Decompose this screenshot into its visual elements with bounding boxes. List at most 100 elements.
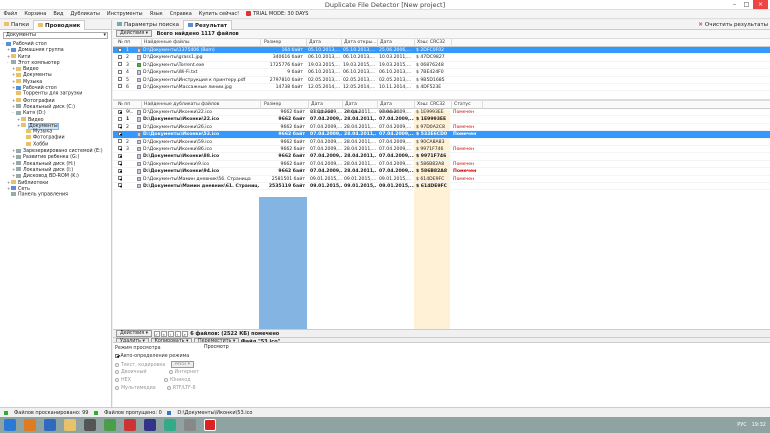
checkbox[interactable] xyxy=(118,146,122,151)
menu-trash[interactable]: Корзина xyxy=(21,10,50,19)
app-icon-4[interactable] xyxy=(144,419,156,431)
checkbox[interactable] xyxy=(118,116,122,121)
duplicate-row[interactable]: 3 D:\Документы\Иконки\86.ico 9662 байт 07.0… xyxy=(113,146,770,154)
auto-mode-option[interactable]: Авто-определение режима xyxy=(115,353,202,361)
binary-radio[interactable] xyxy=(115,369,119,374)
next-icon[interactable]: › xyxy=(174,330,181,337)
duplicate-row[interactable]: D:\Документы\Мамин дневник\61. Страниц..… xyxy=(113,183,770,191)
table-row[interactable]: 3 D:\Документы\Torrent.exe 1725776 байт 19.… xyxy=(113,62,770,70)
checkbox[interactable] xyxy=(118,109,122,114)
column-header[interactable]: Дата создания xyxy=(308,39,342,53)
duplicate-row[interactable]: D:\Документы\Иконки\88.ico 9662 байт 07.04… xyxy=(113,153,770,161)
row-checkbox[interactable] xyxy=(118,124,122,131)
checkbox[interactable] xyxy=(118,62,122,67)
row-checkbox[interactable] xyxy=(118,84,122,91)
row-checkbox[interactable] xyxy=(118,176,122,183)
ie-icon[interactable] xyxy=(44,419,56,431)
maximize-button[interactable]: □ xyxy=(741,0,752,9)
column-header[interactable]: Дата измене... xyxy=(379,39,415,53)
checkbox[interactable] xyxy=(118,183,122,188)
menu-file[interactable]: Файл xyxy=(0,10,21,19)
menu-tools[interactable]: Инструменты xyxy=(103,10,146,19)
column-header[interactable]: Дата измене... xyxy=(379,101,415,115)
column-header[interactable]: Хэш: CRC32 xyxy=(416,101,452,109)
menu-buy[interactable]: Купить сейчас! xyxy=(195,10,242,19)
checkbox[interactable] xyxy=(118,176,122,181)
column-header[interactable]: Размер xyxy=(263,101,309,109)
checkbox[interactable] xyxy=(118,124,122,129)
checkbox[interactable] xyxy=(118,84,122,89)
row-checkbox[interactable] xyxy=(118,54,122,61)
explorer-app-icon[interactable] xyxy=(64,419,76,431)
app-icon-5[interactable] xyxy=(164,419,176,431)
table-row[interactable]: 4 D:\Документы\Wi-Fi.txt 9 байт 06.10.2013,… xyxy=(113,69,770,77)
row-checkbox[interactable] xyxy=(118,69,122,76)
auto-mode-checkbox[interactable] xyxy=(115,353,119,358)
column-header[interactable]: Найденные дубликаты файлов xyxy=(143,101,261,109)
duplicate-row[interactable]: D:\Документы\Иконки\53.ico 9662 байт 07.04… xyxy=(113,131,770,139)
column-header[interactable]: Дата откры... xyxy=(344,101,378,115)
row-checkbox[interactable] xyxy=(118,62,122,69)
multimedia-radio[interactable] xyxy=(115,385,119,390)
row-checkbox[interactable] xyxy=(118,116,122,123)
duplicate-detector-icon[interactable] xyxy=(204,419,216,431)
unicode-radio[interactable] xyxy=(163,377,168,382)
table-row[interactable]: 2 D:\Документы\grass1.jpg 340616 байт 06.10… xyxy=(113,54,770,62)
duplicate-row[interactable]: 2 D:\Документы\Иконки\26.ico 9662 байт 07.0… xyxy=(113,124,770,132)
duplicate-row[interactable]: 9\.. D:\Документы\Иконки\22.ico 9662 байт 0… xyxy=(113,109,770,117)
app-icon-6[interactable] xyxy=(184,419,196,431)
clear-results-button[interactable]: ✕ Очистить результаты xyxy=(698,20,768,30)
table-row[interactable]: 1 D:\Документы\1375406 (Bom) 164 байт 05.10… xyxy=(113,47,770,55)
row-checkbox[interactable] xyxy=(118,47,122,54)
language-indicator[interactable]: РУС xyxy=(737,422,747,428)
prev-icon[interactable]: ‹ xyxy=(167,330,174,337)
menu-language[interactable]: Язык xyxy=(146,10,166,19)
table-row[interactable]: 5 D:\Документы\Инструкция к принтеру.pdf 2… xyxy=(113,77,770,84)
duplicate-row[interactable]: D:\Документы\Иконки\9.ico 9662 байт 07.04.… xyxy=(113,161,770,169)
column-header[interactable]: № пп xyxy=(117,101,142,109)
column-header[interactable]: Найденные файлы xyxy=(143,39,261,47)
tab-result[interactable]: Результат xyxy=(182,20,233,30)
duplicate-row[interactable]: 1 D:\Документы\Иконки\22.ico 9662 байт 07.0… xyxy=(113,116,770,124)
column-header[interactable]: Статус xyxy=(453,101,483,109)
folder-combo[interactable]: Документы ▾ xyxy=(3,32,108,39)
tab-explorer[interactable]: Проводник xyxy=(33,20,86,30)
menu-help[interactable]: Справка xyxy=(166,10,195,19)
actions-dropdown[interactable]: Действия ▾ xyxy=(116,30,153,37)
checkbox[interactable] xyxy=(118,168,122,173)
app-icon-2[interactable] xyxy=(104,419,116,431)
hex-radio[interactable] xyxy=(115,377,119,382)
close-button[interactable]: × xyxy=(753,0,768,9)
checkbox[interactable] xyxy=(118,161,122,166)
duplicate-row[interactable]: D:\Документы\Иконки\94.ico 9662 байт 07.04… xyxy=(113,168,770,176)
check-icon[interactable]: ✓ xyxy=(153,330,160,337)
firefox-icon[interactable] xyxy=(24,419,36,431)
tab-folders[interactable]: Папки xyxy=(0,20,33,30)
menu-duplicates[interactable]: Дубликаты xyxy=(67,10,103,19)
app-icon-3[interactable] xyxy=(124,419,136,431)
row-checkbox[interactable] xyxy=(118,109,122,116)
checkbox[interactable] xyxy=(118,47,122,52)
start-icon[interactable] xyxy=(4,419,16,431)
first-icon[interactable]: « xyxy=(160,330,167,337)
checkbox[interactable] xyxy=(118,139,122,144)
checkbox[interactable] xyxy=(118,153,122,158)
nav-actions-dropdown[interactable]: Действия ▾ xyxy=(116,330,153,337)
text-radio[interactable] xyxy=(115,362,119,367)
row-checkbox[interactable] xyxy=(118,77,122,84)
rtf-radio[interactable] xyxy=(166,385,171,390)
row-checkbox[interactable] xyxy=(118,146,122,153)
checkbox[interactable] xyxy=(118,131,122,136)
column-header[interactable]: Хэш: CRC32 xyxy=(416,39,452,47)
column-header[interactable]: Дата создания xyxy=(310,101,343,115)
app-icon-1[interactable] xyxy=(84,419,96,431)
row-checkbox[interactable] xyxy=(118,183,122,190)
table-row[interactable]: 6 D:\Документы\Массажные линии.jpg 14738 б… xyxy=(113,84,770,92)
internet-radio[interactable] xyxy=(168,369,173,374)
column-header[interactable]: Дата откры... xyxy=(343,39,378,47)
duplicate-row[interactable]: D:\Документы\Мамин дневник\56. Страница 2… xyxy=(113,176,770,183)
encoding-select[interactable]: ANSI ▾ xyxy=(170,361,194,368)
tree-node[interactable]: Панель управления xyxy=(0,192,111,198)
row-checkbox[interactable] xyxy=(118,161,122,168)
checkbox[interactable] xyxy=(118,77,122,82)
